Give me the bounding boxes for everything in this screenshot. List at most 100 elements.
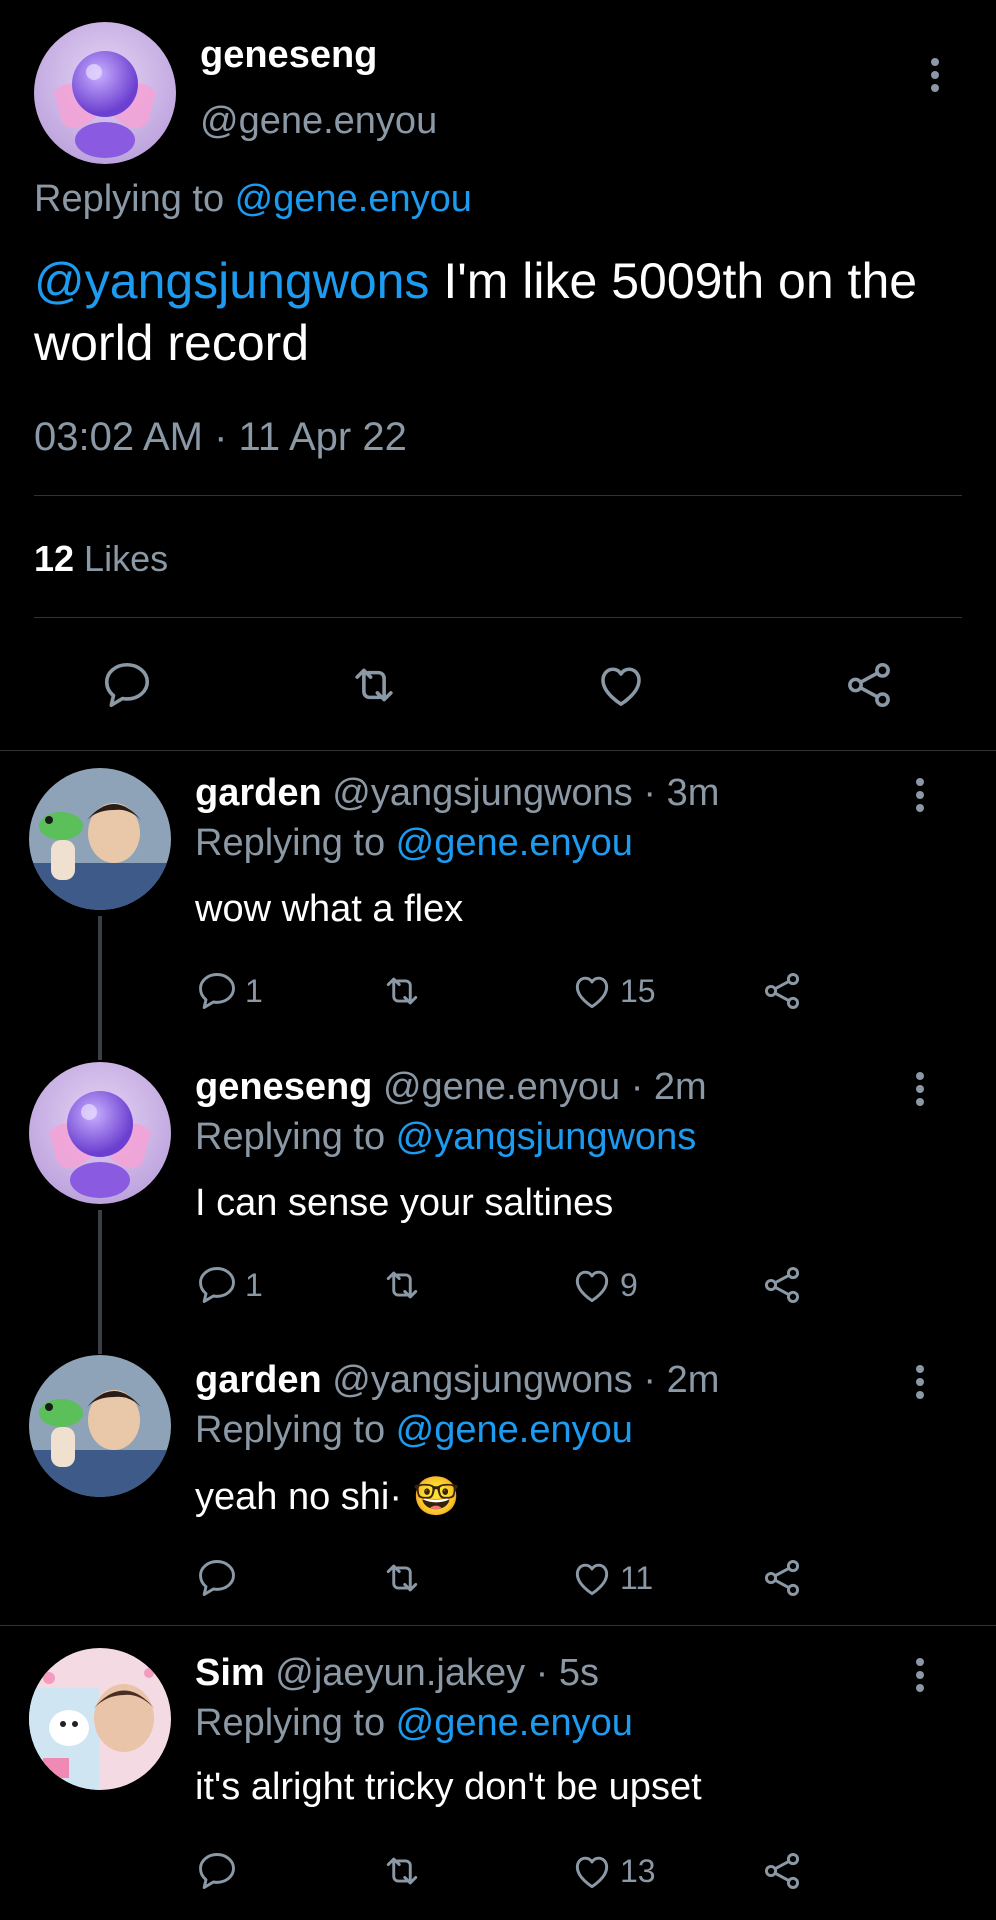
- reply-icon: [195, 969, 239, 1013]
- reply-handle[interactable]: @yangsjungwons: [332, 1359, 633, 1401]
- reply-more-button[interactable]: [905, 1064, 935, 1114]
- reply-actions: 11: [195, 1553, 835, 1603]
- like-count: 15: [620, 972, 656, 1009]
- retweet-icon: [380, 1556, 424, 1600]
- reply-display-name[interactable]: geneseng: [195, 1066, 372, 1108]
- reply-icon: [100, 658, 154, 712]
- like-count: 9: [620, 1266, 638, 1303]
- replying-to-link[interactable]: @yangsjungwons: [396, 1116, 697, 1158]
- reply-display-name[interactable]: garden: [195, 772, 322, 814]
- main-tweet-text: @yangsjungwons I'm like 5009th on the wo…: [34, 250, 954, 374]
- share-button[interactable]: [760, 1846, 804, 1896]
- share-button[interactable]: [760, 966, 804, 1016]
- main-tweet-actions: [34, 650, 954, 720]
- reply-header: Sim @jaeyun.jakey · 5s: [195, 1652, 599, 1695]
- likes-label: Likes: [74, 538, 169, 579]
- reply-display-name[interactable]: Sim: [195, 1652, 265, 1694]
- reply-replying-to: Replying to @gene.enyou: [195, 1409, 633, 1452]
- avatar[interactable]: [29, 1062, 171, 1204]
- mention-link[interactable]: @yangsjungwons: [34, 253, 429, 309]
- reply-text-body: yeah no shi·: [195, 1476, 413, 1518]
- like-button[interactable]: 11: [570, 1553, 653, 1603]
- reply-header: garden @yangsjungwons · 2m: [195, 1359, 719, 1402]
- replying-prefix: Replying to: [195, 1116, 396, 1158]
- main-tweet-timestamp[interactable]: 03:02 AM · 11 Apr 22: [34, 415, 407, 460]
- thread-line: [98, 916, 102, 1060]
- more-vertical-icon: [905, 770, 935, 820]
- heart-icon: [570, 1849, 614, 1893]
- share-icon: [760, 1849, 804, 1893]
- share-icon: [842, 658, 896, 712]
- divider: [0, 750, 996, 751]
- retweet-icon: [380, 969, 424, 1013]
- like-count: 13: [620, 1852, 656, 1889]
- like-button[interactable]: 15: [570, 966, 656, 1016]
- share-icon: [760, 969, 804, 1013]
- reply-replying-to: Replying to @yangsjungwons: [195, 1116, 696, 1159]
- reply-more-button[interactable]: [905, 1650, 935, 1700]
- retweet-button[interactable]: [380, 1846, 424, 1896]
- main-tweet-avatar[interactable]: [34, 22, 176, 164]
- replying-to-link[interactable]: @gene.enyou: [235, 178, 472, 220]
- share-button[interactable]: [834, 650, 904, 720]
- replying-prefix: Replying to: [195, 1409, 396, 1451]
- retweet-icon: [380, 1263, 424, 1307]
- reply-button[interactable]: 1: [195, 966, 263, 1016]
- reply-time: · 2m: [620, 1066, 707, 1108]
- reply-more-button[interactable]: [905, 770, 935, 820]
- main-tweet-replying-to: Replying to @gene.enyou: [34, 178, 472, 221]
- retweet-button[interactable]: [380, 966, 424, 1016]
- reply-handle[interactable]: @jaeyun.jakey: [275, 1652, 525, 1694]
- avatar[interactable]: [29, 1355, 171, 1497]
- main-tweet-handle[interactable]: @gene.enyou: [200, 100, 437, 143]
- reply-handle[interactable]: @gene.enyou: [383, 1066, 620, 1108]
- avatar[interactable]: [29, 1648, 171, 1790]
- reply-button[interactable]: [92, 650, 162, 720]
- main-tweet-display-name[interactable]: geneseng: [200, 34, 377, 77]
- main-tweet-more-button[interactable]: [920, 50, 950, 100]
- reply-more-button[interactable]: [905, 1357, 935, 1407]
- like-button[interactable]: [586, 650, 656, 720]
- reply-button[interactable]: 1: [195, 1260, 263, 1310]
- like-button[interactable]: 9: [570, 1260, 638, 1310]
- reply-header: garden @yangsjungwons · 3m: [195, 772, 719, 815]
- more-vertical-icon: [905, 1357, 935, 1407]
- reply-actions: 1 15: [195, 966, 835, 1016]
- reply-icon: [195, 1556, 239, 1600]
- replying-to-link[interactable]: @gene.enyou: [396, 1702, 633, 1744]
- replying-prefix: Replying to: [195, 1702, 396, 1744]
- like-count: 11: [620, 1559, 654, 1596]
- main-tweet-likes[interactable]: 12 Likes: [34, 538, 168, 580]
- reply-time: · 5s: [525, 1652, 599, 1694]
- reply-display-name[interactable]: garden: [195, 1359, 322, 1401]
- reply-text: I can sense your saltines: [195, 1182, 614, 1224]
- reply-count: 1: [245, 1266, 263, 1303]
- avatar[interactable]: [29, 768, 171, 910]
- reply-replying-to: Replying to @gene.enyou: [195, 822, 633, 865]
- retweet-button[interactable]: [339, 650, 409, 720]
- reply-button[interactable]: [195, 1846, 245, 1896]
- retweet-button[interactable]: [380, 1260, 424, 1310]
- reply-handle[interactable]: @yangsjungwons: [332, 772, 633, 814]
- share-button[interactable]: [760, 1553, 804, 1603]
- reply-button[interactable]: [195, 1553, 245, 1603]
- replying-prefix: Replying to: [195, 822, 396, 864]
- thread-line: [98, 1210, 102, 1354]
- like-button[interactable]: 13: [570, 1846, 656, 1896]
- nerd-face-emoji: 🤓: [412, 1476, 460, 1518]
- retweet-button[interactable]: [380, 1553, 424, 1603]
- heart-icon: [570, 1556, 614, 1600]
- divider: [34, 495, 962, 496]
- reply-header: geneseng @gene.enyou · 2m: [195, 1066, 707, 1109]
- share-icon: [760, 1556, 804, 1600]
- replying-to-link[interactable]: @gene.enyou: [396, 1409, 633, 1451]
- reply-actions: 1 9: [195, 1260, 835, 1310]
- reply-text: yeah no shi· 🤓: [195, 1475, 460, 1519]
- reply-text: wow what a flex: [195, 888, 464, 930]
- heart-icon: [570, 969, 614, 1013]
- reply-icon: [195, 1263, 239, 1307]
- share-icon: [760, 1263, 804, 1307]
- replying-to-link[interactable]: @gene.enyou: [396, 822, 633, 864]
- divider: [0, 1625, 996, 1626]
- share-button[interactable]: [760, 1260, 804, 1310]
